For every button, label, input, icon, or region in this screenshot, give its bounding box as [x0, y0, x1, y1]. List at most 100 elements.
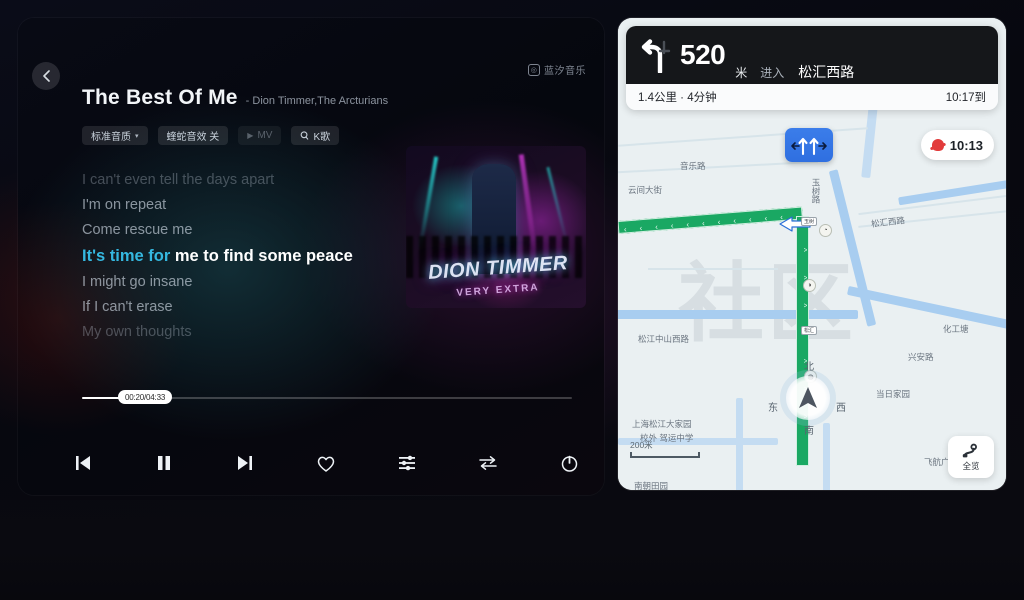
- car-infotainment-screen: ◎ 蓝汐音乐 The Best Of Me - Dion Timmer,The …: [0, 0, 1024, 600]
- road-sign: 松汇: [801, 326, 818, 335]
- alarm-time: 10:13: [949, 137, 983, 153]
- watermark: 社区: [678, 256, 856, 352]
- lyric-line: I might go insane: [82, 274, 193, 290]
- map-label: 松江中山西路: [638, 334, 690, 344]
- car-position-marker: [786, 376, 830, 420]
- back-button[interactable]: [32, 62, 60, 90]
- compass-west-label: 西: [836, 403, 846, 414]
- navigation-instruction-card: 520 米 进入 松汇西路 1.4公里 · 4分钟 10:17到: [626, 26, 998, 110]
- map-road: [618, 310, 858, 319]
- lyric-line: I'm on repeat: [82, 197, 167, 213]
- taskbar: K AUTO: [0, 500, 1024, 600]
- next-road-name: 松汇西路: [798, 64, 855, 80]
- turn-left-arrow-icon: [641, 39, 671, 73]
- map-label: 当日家园: [876, 389, 911, 399]
- pause-icon: [158, 456, 170, 470]
- route-overview-button[interactable]: 全览: [948, 436, 994, 478]
- remaining-distance-time: 1.4公里 · 4分钟: [638, 92, 717, 104]
- music-player-panel: ◎ 蓝汐音乐 The Best Of Me - Dion Timmer,The …: [18, 18, 604, 495]
- enter-word-label: 进入: [760, 66, 785, 80]
- traffic-light-marker: ◑: [803, 279, 816, 292]
- navigation-arrow-icon: [799, 387, 817, 408]
- favorite-button[interactable]: [309, 448, 343, 478]
- album-light-beam: [546, 166, 569, 246]
- route-overview-icon: [962, 443, 977, 457]
- navigation-primary-instruction: 520 米 进入 松汇西路: [626, 26, 998, 84]
- lyric-line: Come rescue me: [82, 222, 193, 238]
- map-label: 云间大街: [628, 185, 663, 195]
- play-mode-button[interactable]: [471, 448, 505, 478]
- map-label: 上海松江大家园: [632, 419, 692, 429]
- mv-chip[interactable]: ▶ MV: [238, 126, 282, 145]
- audio-quality-label: 标准音质: [91, 132, 131, 143]
- song-title: The Best Of Me: [82, 86, 238, 109]
- skip-previous-icon: [76, 456, 90, 470]
- map-label: 松汇西路: [870, 214, 906, 230]
- karaoke-label: K歌: [313, 132, 331, 143]
- map-label: 南朝田园: [634, 481, 669, 490]
- map-label: 玉树路: [811, 178, 821, 204]
- road-sign: 玉树: [801, 217, 818, 226]
- sound-effect-label: 蝰蛇音效 关: [166, 132, 220, 143]
- map-label: 兴安路: [908, 352, 934, 362]
- map-road: [828, 169, 877, 327]
- album-art[interactable]: DION TIMMER VERY EXTRA: [406, 146, 586, 308]
- heart-icon: [317, 456, 335, 472]
- map-scale: 200米: [630, 439, 700, 458]
- chevron-down-icon: ▾: [135, 132, 139, 140]
- pause-button[interactable]: [147, 448, 181, 478]
- song-artist: - Dion Timmer,The Arcturians: [245, 95, 389, 107]
- lane-guidance-straight-icon: [791, 137, 827, 156]
- lyric-unsung-part: me to find some peace: [174, 247, 353, 265]
- music-brand-logo-icon: ◎: [528, 63, 540, 76]
- route-overview-label: 全览: [962, 460, 980, 471]
- equalizer-icon: [399, 455, 415, 471]
- eta-label: 10:17到: [945, 92, 986, 104]
- progress-fill: [82, 397, 122, 399]
- power-button[interactable]: [552, 448, 586, 478]
- lane-guidance-card: [785, 128, 833, 162]
- map-road: [823, 423, 830, 490]
- play-triangle-icon: ▶: [247, 131, 254, 140]
- skip-next-icon: [238, 456, 252, 470]
- sound-effect-chip[interactable]: 蝰蛇音效 关: [157, 126, 229, 145]
- lyric-line: My own thoughts: [82, 324, 192, 340]
- chevron-left-icon: [43, 70, 50, 82]
- karaoke-chip[interactable]: K歌: [291, 126, 340, 145]
- alarm-icon: [931, 139, 944, 151]
- alarm-clock-badge[interactable]: 10:13: [920, 130, 994, 160]
- turn-distance-unit: 米: [735, 66, 748, 80]
- map-label: 音乐路: [680, 161, 706, 171]
- map-scale-bar: [630, 452, 700, 458]
- lyric-line-active: It's time for me to find some peace: [82, 243, 382, 270]
- lyric-line: I can't even tell the days apart: [82, 172, 275, 188]
- lyric-line: If I can't erase: [82, 299, 173, 315]
- player-option-chips: 标准音质 ▾ 蝰蛇音效 关 ▶ MV K歌: [82, 126, 340, 145]
- compass-north-label: 北: [804, 362, 814, 373]
- previous-track-button[interactable]: [66, 448, 100, 478]
- navigation-panel[interactable]: 社区 ‹‹‹‹‹‹‹‹‹‹‹ ^^^^^^^ ◑ ◔ 松汇 玉树 松江中山西路 …: [618, 18, 1006, 490]
- navigation-summary: 1.4公里 · 4分钟 10:17到: [626, 84, 998, 110]
- map-minor-road: [618, 160, 818, 174]
- progress-bar[interactable]: 00:20/04:33: [82, 390, 572, 404]
- power-icon: [561, 455, 577, 472]
- progress-time-knob[interactable]: 00:20/04:33: [118, 390, 173, 404]
- turn-distance-value: 520: [680, 39, 726, 70]
- compass-east-label: 东: [768, 403, 778, 414]
- brand-label: 蓝汐音乐: [544, 66, 586, 77]
- compass-south-label: 南: [804, 426, 814, 437]
- song-info: The Best Of Me - Dion Timmer,The Arcturi…: [82, 86, 388, 110]
- next-track-button[interactable]: [228, 448, 262, 478]
- lyrics-list[interactable]: I can't even tell the days apart I'm on …: [82, 168, 402, 345]
- mic-bubble-icon: [301, 131, 309, 140]
- audio-quality-chip[interactable]: 标准音质 ▾: [82, 126, 148, 145]
- map-scale-label: 200米: [630, 440, 653, 450]
- lyric-sung-part: It's time for: [82, 247, 175, 265]
- map-minor-road: [648, 268, 778, 270]
- shuffle-icon: [479, 456, 497, 470]
- mv-label: MV: [257, 130, 273, 141]
- playback-controls: [66, 448, 586, 478]
- brand-badge: ◎ 蓝汐音乐: [528, 62, 586, 77]
- map-label: 化工塘: [943, 324, 969, 334]
- equalizer-button[interactable]: [390, 448, 424, 478]
